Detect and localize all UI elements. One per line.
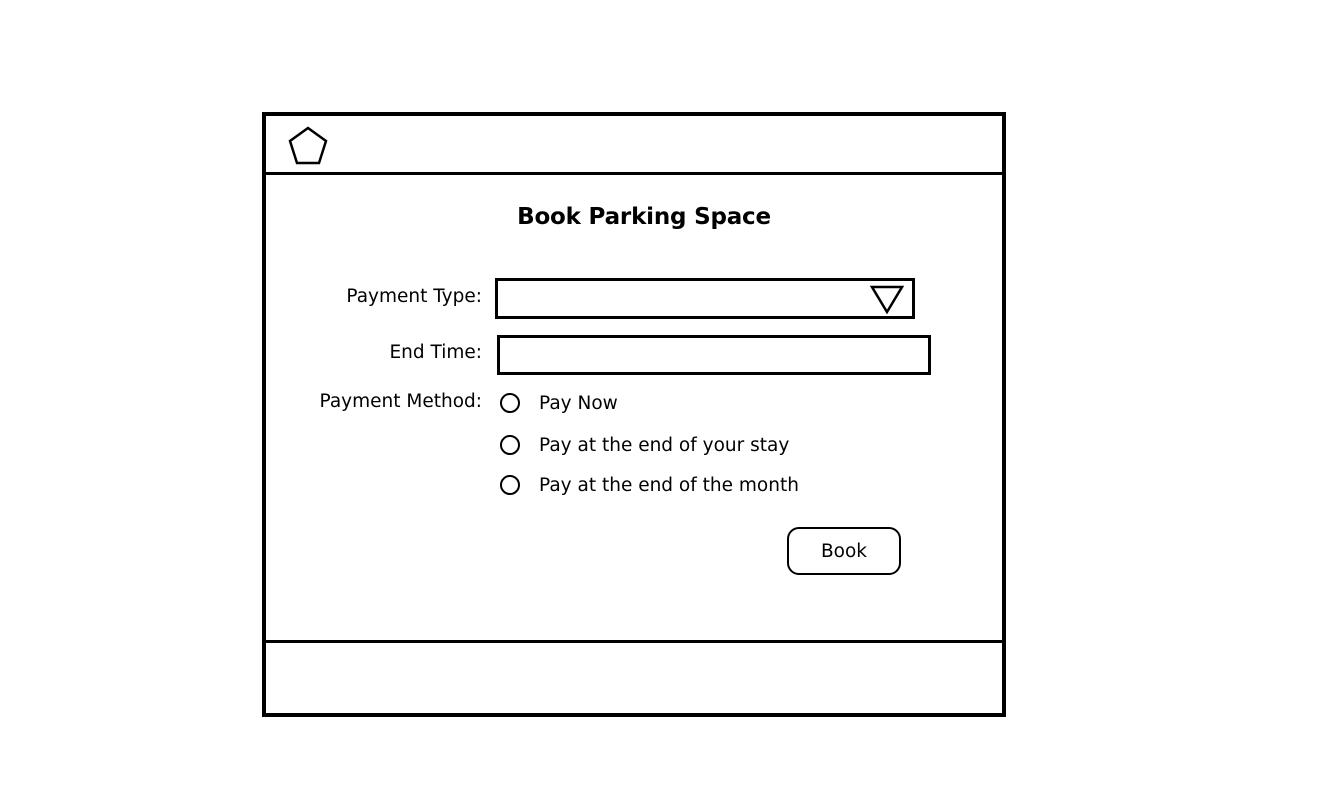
footer-bar bbox=[266, 640, 1002, 716]
radio-label: Pay at the end of the month bbox=[539, 474, 799, 496]
radio-pay-end-of-stay[interactable]: Pay at the end of your stay bbox=[500, 431, 789, 459]
radio-button[interactable] bbox=[500, 393, 520, 413]
radio-label: Pay at the end of your stay bbox=[539, 434, 790, 456]
payment-type-dropdown[interactable] bbox=[495, 278, 915, 319]
radio-label: Pay Now bbox=[539, 392, 618, 414]
radio-button[interactable] bbox=[500, 435, 520, 455]
radio-pay-now[interactable]: Pay Now bbox=[500, 389, 618, 417]
book-button[interactable]: Book bbox=[787, 527, 901, 575]
end-time-input[interactable] bbox=[497, 335, 931, 375]
header-bar bbox=[266, 116, 1002, 175]
pentagon-icon bbox=[288, 126, 328, 165]
end-time-label: End Time: bbox=[389, 342, 482, 363]
triangle-down-icon[interactable] bbox=[870, 284, 904, 314]
payment-type-label: Payment Type: bbox=[346, 286, 482, 307]
radio-button[interactable] bbox=[500, 475, 520, 495]
radio-pay-end-of-month[interactable]: Pay at the end of the month bbox=[500, 471, 799, 499]
page-title: Book Parking Space bbox=[517, 204, 771, 230]
app-window: Book Parking Space Payment Type: End Tim… bbox=[262, 112, 1006, 717]
payment-method-label: Payment Method: bbox=[319, 391, 483, 412]
